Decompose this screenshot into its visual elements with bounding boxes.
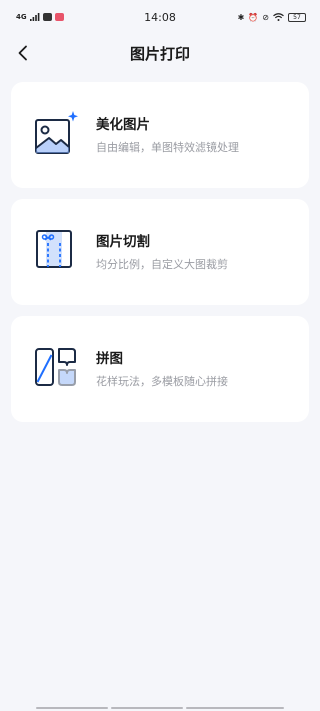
collage-icon bbox=[35, 348, 76, 386]
chevron-left-icon bbox=[18, 45, 27, 61]
card-subtitle-cut: 均分比例，自定义大图裁剪 bbox=[96, 258, 228, 271]
option-card-cut[interactable]: 图片切割 均分比例，自定义大图裁剪 bbox=[11, 199, 309, 305]
status-left: 4G bbox=[16, 13, 64, 21]
network-type: 4G bbox=[16, 13, 27, 21]
battery-icon: 57 bbox=[288, 12, 306, 22]
image-cut-icon bbox=[36, 230, 72, 268]
bluetooth-icon: ✱ bbox=[237, 12, 245, 22]
alarm-icon: ⏰ bbox=[248, 12, 259, 22]
mute-icon: ⊘ bbox=[262, 12, 269, 22]
home-indicator-right bbox=[186, 707, 284, 709]
status-right: ✱ ⏰ ⊘ 57 bbox=[237, 12, 306, 22]
card-subtitle-beautify: 自由编辑，单图特效滤镜处理 bbox=[96, 141, 239, 154]
card-title-cut: 图片切割 bbox=[96, 234, 150, 250]
card-title-collage: 拼图 bbox=[96, 351, 123, 367]
app-notification-icon bbox=[42, 13, 52, 21]
option-card-collage[interactable]: 拼图 花样玩法，多模板随心拼接 bbox=[11, 316, 309, 422]
image-beautify-icon bbox=[35, 111, 78, 154]
back-button[interactable] bbox=[10, 40, 36, 66]
page-title: 图片打印 bbox=[129, 44, 190, 63]
signal-icon bbox=[29, 13, 40, 21]
card-subtitle-collage: 花样玩法，多模板随心拼接 bbox=[96, 375, 228, 388]
home-indicator-center bbox=[111, 707, 183, 709]
home-indicator-left bbox=[36, 707, 108, 709]
app-notification-icon-2 bbox=[54, 13, 64, 21]
card-title-beautify: 美化图片 bbox=[96, 117, 150, 133]
status-bar: 4G 14:08 ✱ ⏰ ⊘ 57 bbox=[0, 0, 320, 34]
wifi-icon bbox=[273, 13, 284, 21]
nav-bar: 图片打印 bbox=[0, 34, 320, 72]
option-card-beautify[interactable]: 美化图片 自由编辑，单图特效滤镜处理 bbox=[11, 82, 309, 188]
